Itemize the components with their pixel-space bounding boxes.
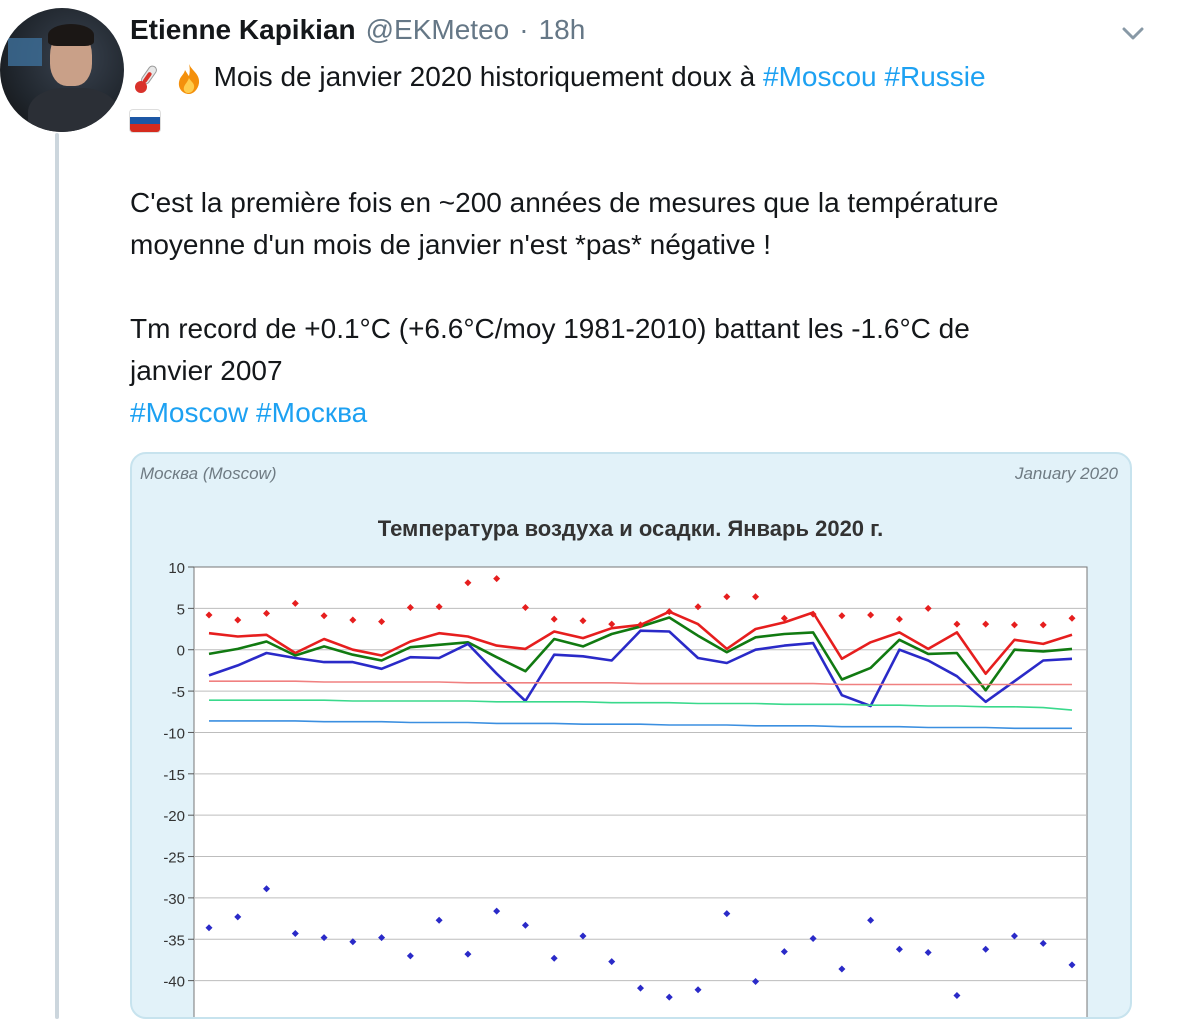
y-tick-label: -35 [163, 932, 185, 949]
y-tick-label: -45 [163, 1015, 185, 1019]
hashtag-russie[interactable]: #Russie [884, 61, 985, 92]
tweet-line-1: Mois de janvier 2020 historiquement doux… [130, 56, 1140, 98]
para2-line2: moyenne d'un mois de janvier n'est *pas*… [130, 229, 772, 260]
avatar[interactable] [0, 8, 124, 132]
tweet-hashtags-line: #Moscow #Москва [130, 392, 1140, 434]
y-tick-label: 0 [177, 643, 185, 660]
y-tick-label: -10 [163, 725, 185, 742]
thermometer-emoji [135, 65, 157, 93]
russia-flag-emoji [130, 109, 160, 132]
y-tick-label: 10 [168, 560, 185, 577]
hashtag-moscou[interactable]: #Moscou [763, 61, 877, 92]
avatar-body [28, 88, 118, 132]
chevron-down-icon[interactable] [1118, 18, 1148, 48]
tweet-line-2 [130, 98, 1140, 140]
para3-line2: janvier 2007 [130, 355, 283, 386]
fire-emoji [178, 63, 199, 94]
tweet-header: Etienne Kapikian @EKMeteo · 18h [130, 10, 585, 50]
hashtag-moscow[interactable]: #Moscow [130, 397, 248, 428]
para3-line1: Tm record de +0.1°C (+6.6°C/moy 1981-201… [130, 313, 970, 344]
para2-line1: C'est la première fois en ~200 années de… [130, 187, 999, 218]
author-handle[interactable]: @EKMeteo [366, 14, 510, 46]
y-tick-label: -5 [172, 684, 185, 701]
temperature-chart: Температура воздуха и осадки. Январь 202… [163, 516, 1088, 1019]
author-name[interactable]: Etienne Kapikian [130, 14, 356, 46]
tweet-line-1-text: Mois de janvier 2020 historiquement doux… [213, 61, 756, 92]
y-tick-label: -30 [163, 891, 185, 908]
separator: · [519, 14, 529, 45]
y-tick-label: 5 [177, 601, 185, 618]
y-tick-label: -15 [163, 767, 185, 784]
hashtag-moskva[interactable]: #Москва [256, 397, 367, 428]
chart-title: Температура воздуха и осадки. Январь 202… [378, 516, 883, 541]
chart-image[interactable]: Москва (Moscow) January 2020 Температура… [130, 452, 1132, 1019]
y-tick-label: -20 [163, 808, 185, 825]
tweet-body: Mois de janvier 2020 historiquement doux… [130, 56, 1140, 434]
avatar-background-screen [8, 38, 42, 66]
avatar-hair [48, 24, 94, 46]
y-tick-label: -40 [163, 974, 185, 991]
y-tick-label: -25 [163, 850, 185, 867]
thread-line [55, 133, 59, 1019]
timestamp[interactable]: 18h [539, 14, 586, 46]
